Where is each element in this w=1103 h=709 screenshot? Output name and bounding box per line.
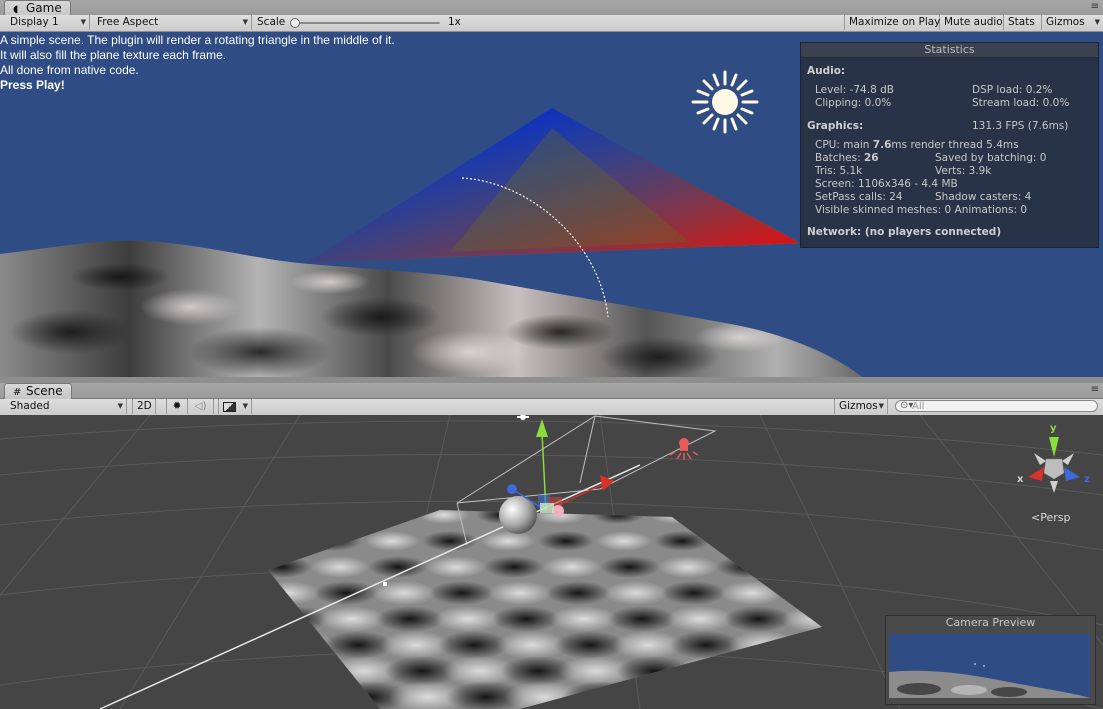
tab-scene-label: Scene [26, 384, 63, 398]
camera-icon [889, 663, 1090, 698]
scale-label: Scale [257, 16, 286, 28]
camera-preview-image [889, 634, 1090, 698]
gizmos-dropdown[interactable]: Gizmos ▼ [1042, 15, 1103, 30]
statistics-title: Statistics [801, 43, 1098, 58]
batches-value: 26 [864, 152, 879, 164]
saved-by-batching: Saved by batching: 0 [935, 152, 1047, 164]
chevron-down-icon: ▼ [117, 402, 123, 410]
verts-count: Verts: 3.9k [935, 165, 992, 177]
gizmos-label: Gizmos [1046, 16, 1085, 28]
scene-audio-toggle[interactable]: ◁) [188, 399, 214, 414]
tab-game[interactable]: ◖ Game [4, 0, 71, 16]
audio-icon: ◁) [194, 400, 207, 412]
scene-toolbar: Shaded ▼ 2D ✹ ◁) ▼ Gizmos ▼ ⊙▾ All [0, 399, 1103, 416]
scale-slider-thumb[interactable] [290, 18, 300, 28]
persp-label: Persp [1040, 511, 1071, 524]
cpu-line: CPU: main 7.6ms render thread 5.4ms [815, 139, 1019, 151]
axis-z-label: z [1084, 474, 1090, 485]
shadow-casters: Shadow casters: 4 [935, 191, 1032, 203]
aspect-label: Free Aspect [97, 16, 159, 28]
mute-audio-toggle[interactable]: Mute audio [940, 15, 1004, 30]
search-icon: ⊙▾ [900, 400, 914, 411]
game-tab-menu-icon[interactable]: ≡ [1091, 0, 1099, 14]
stats-toggle[interactable]: Stats [1004, 15, 1042, 30]
aspect-dropdown[interactable]: Free Aspect ▼ [90, 15, 252, 30]
info-line-3: All done from native code. [0, 63, 139, 77]
scale-control: Scale 1x [252, 15, 466, 30]
scene-gizmos-dropdown[interactable]: Gizmos ▼ [834, 399, 888, 414]
scale-value: 1x [448, 16, 461, 28]
scale-slider-track[interactable] [292, 22, 440, 24]
chevron-down-icon: ▼ [242, 18, 248, 26]
cpu-main-value: 7.6 [872, 139, 892, 151]
scene-search-input[interactable]: ⊙▾ All [895, 400, 1098, 412]
dsp-load: DSP load: 0.2% [972, 84, 1053, 96]
projection-toggle[interactable]: <Persp [1031, 511, 1070, 524]
info-line-2: It will also fill the plane texture each… [0, 48, 227, 62]
shading-mode-dropdown[interactable]: Shaded ▼ [0, 399, 127, 414]
game-toolbar: Display 1 ▼ Free Aspect ▼ Scale 1x Maximiz… [0, 15, 1103, 32]
setpass-calls: SetPass calls: 24 [815, 191, 903, 203]
graphics-header: Graphics: [807, 120, 864, 132]
tab-game-label: Game [26, 1, 62, 15]
chevron-down-icon: ▼ [1094, 18, 1100, 26]
screen-info: Screen: 1106x346 - 4.4 MB [815, 178, 958, 190]
camera-preview-panel: Camera Preview [885, 615, 1096, 705]
scene-lighting-toggle[interactable]: ✹ [166, 399, 188, 414]
search-placeholder: All [912, 401, 925, 412]
audio-clipping: Clipping: 0.0% [815, 97, 892, 109]
chevron-down-icon: ▼ [878, 402, 884, 410]
chevron-left-icon: < [1031, 511, 1041, 524]
fps-value: 131.3 FPS (7.6ms) [972, 120, 1069, 132]
camera-preview-title: Camera Preview [945, 616, 1036, 629]
image-icon [223, 402, 236, 412]
chevron-down-icon: ▼ [242, 402, 248, 410]
scene-viewport[interactable]: y x z <Persp Camera Preview [0, 415, 1103, 709]
tris-count: Tris: 5.1k [815, 165, 863, 177]
stream-load: Stream load: 0.0% [972, 97, 1070, 109]
info-line-4: Press Play! [0, 78, 65, 92]
shading-label: Shaded [10, 400, 50, 412]
tab-scene[interactable]: # Scene [4, 383, 72, 399]
game-info-text: A simple scene. The plugin will render a… [0, 33, 395, 93]
axis-y-label: y [1050, 423, 1057, 434]
cpu-prefix: CPU: main [815, 139, 873, 151]
batches-line: Batches: 26 [815, 152, 879, 164]
display-label: Display 1 [10, 16, 59, 28]
skinned-meshes: Visible skinned meshes: 0 Animations: 0 [815, 204, 1028, 216]
display-dropdown[interactable]: Display 1 ▼ [0, 15, 90, 30]
scene-orientation-gizmo [1028, 437, 1080, 493]
toggle-2d-button[interactable]: 2D [132, 399, 156, 414]
maximize-on-play-toggle[interactable]: Maximize on Play [844, 15, 940, 30]
game-tab-bar: ◖ Game ≡ [0, 0, 1103, 16]
audio-header: Audio: [807, 65, 846, 77]
sun-icon [691, 70, 759, 134]
scene-tab-bar: # Scene ≡ [0, 383, 1103, 399]
network-status: Network: (no players connected) [807, 226, 1002, 238]
sun-icon [517, 415, 529, 420]
game-viewport[interactable]: A simple scene. The plugin will render a… [0, 32, 1103, 377]
chevron-down-icon: ▼ [80, 18, 86, 26]
scene-effects-dropdown[interactable]: ▼ [218, 399, 252, 414]
statistics-panel: Statistics Audio: Level: -74.8 dB DSP lo… [800, 42, 1099, 248]
sun-icon: ✹ [172, 400, 182, 412]
info-line-1: A simple scene. The plugin will render a… [0, 33, 395, 47]
batches-prefix: Batches: [815, 152, 864, 164]
scene-gizmos-label: Gizmos [839, 400, 878, 412]
scene-icon: # [13, 387, 22, 398]
scene-tab-menu-icon[interactable]: ≡ [1091, 383, 1099, 397]
axis-x-label: x [1017, 474, 1024, 485]
cpu-suffix: ms render thread 5.4ms [891, 139, 1019, 151]
audio-level: Level: -74.8 dB [815, 84, 894, 96]
